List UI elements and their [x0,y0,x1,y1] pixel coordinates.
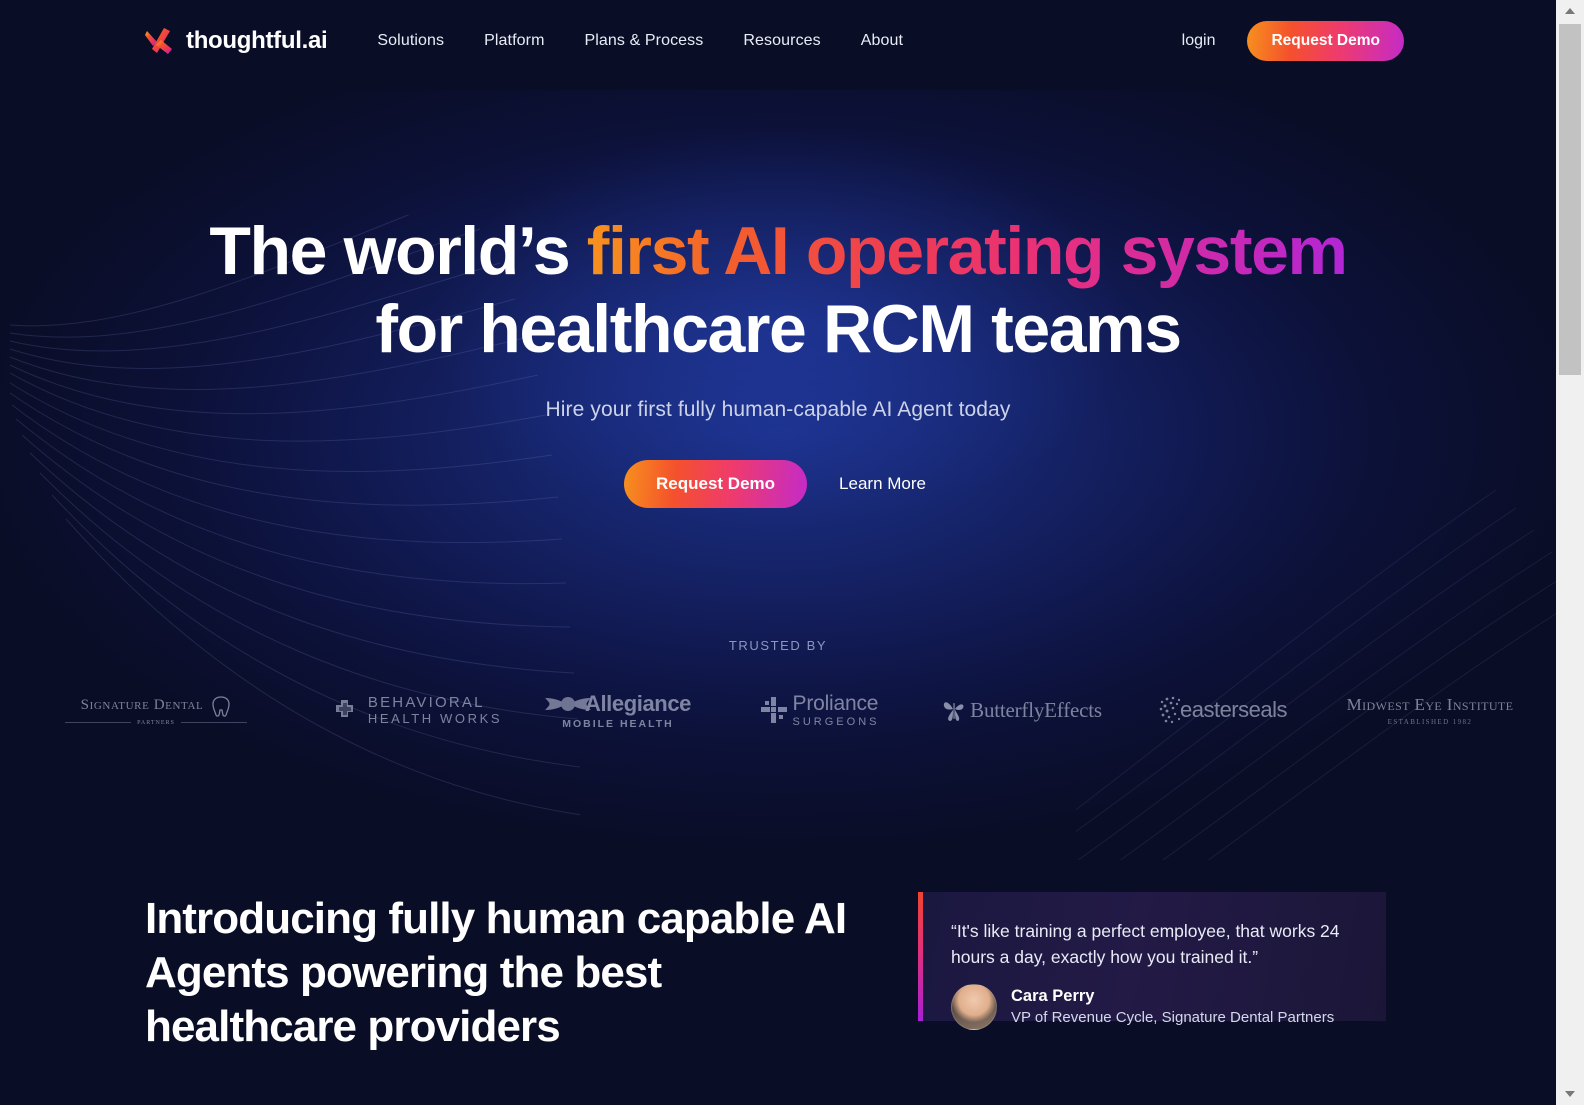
logo-easterseals[interactable]: easterseals [1148,696,1298,724]
hero-cta-group: Request Demo Learn More [0,460,1556,508]
scroll-down-button[interactable] [1556,1083,1584,1105]
logo-signature-dental[interactable]: Signature Dental PARTNERS [52,695,260,726]
hero-headline-part1: The world’s [209,213,587,289]
scrollbar-thumb[interactable] [1559,24,1581,375]
logo-allegiance-name: Allegiance [584,690,692,716]
logo-midwest-sub: ESTABLISHED 1982 [1387,717,1473,726]
request-demo-button-hero[interactable]: Request Demo [624,460,808,508]
thoughtful-x-mark-icon [145,28,172,54]
logo-proliance-surgeons[interactable]: Proliance SURGEONS [740,692,900,728]
scroll-down-arrow-icon [1565,1091,1575,1097]
page-canvas: thoughtful.ai Solutions Platform Plans &… [0,0,1556,1105]
header-actions: login Request Demo [1182,21,1404,61]
logo-proliance-name: Proliance [792,692,879,715]
logo-behavioral-name: BEHAVIORAL [367,694,485,711]
brand-logo[interactable]: thoughtful.ai [144,25,328,57]
main-nav: Solutions Platform Plans & Process Resou… [377,32,903,50]
brand-name: thoughtful.ai [186,27,328,54]
avatar [951,984,997,1030]
hero-headline-gradient: first AI operating system [586,213,1348,289]
logo-behavioral-health-works[interactable]: BEHAVIORAL HEALTH WORKS [318,694,518,726]
hero-subtitle: Hire your first fully human-capable AI A… [545,398,1011,421]
request-demo-button-header[interactable]: Request Demo [1247,21,1404,61]
login-link[interactable]: login [1182,32,1216,50]
testimonial-quote: “It's like training a perfect employee, … [951,921,1340,967]
logo-midwest-eye-institute[interactable]: Midwest Eye Institute ESTABLISHED 1982 [1340,695,1520,726]
logo-butterfly-name: ButterflyEffects [970,697,1102,722]
hero-headline-line2: for healthcare RCM teams [375,291,1182,367]
logo-midwest-name: Midwest Eye Institute [1346,694,1514,714]
logo-behavioral-sub: HEALTH WORKS [367,711,503,726]
nav-item-plans-process[interactable]: Plans & Process [585,32,704,50]
trusted-by-logo-strip: Signature Dental PARTNERS BEHAVIORAL HEA… [0,684,1556,736]
pinwheel-cross-icon [760,697,787,723]
testimonial-author-role: VP of Revenue Cycle, Signature Dental Pa… [1011,1009,1335,1026]
vertical-scrollbar[interactable] [1556,0,1584,1105]
testimonial-card: “It's like training a perfect employee, … [918,892,1386,1030]
section-heading: Introducing fully human capable AI Agent… [145,894,847,1051]
nav-item-about[interactable]: About [861,32,903,50]
medical-cross-icon [335,700,353,717]
logo-allegiance-sub: MOBILE HEALTH [562,717,674,730]
testimonial-author-name: Cara Perry [1011,987,1095,1005]
logo-easterseals-name: easterseals [1179,697,1288,722]
logo-allegiance-mobile-health[interactable]: Allegiance MOBILE HEALTH [538,691,698,730]
scroll-up-button[interactable] [1556,0,1584,22]
logo-proliance-sub: SURGEONS [792,716,880,728]
nav-item-platform[interactable]: Platform [484,32,544,50]
scroll-up-arrow-icon [1565,8,1575,14]
tooth-icon [212,695,230,717]
logo-signature-dental-name: Signature Dental [80,697,204,713]
nav-item-solutions[interactable]: Solutions [377,32,444,50]
site-header: thoughtful.ai Solutions Platform Plans &… [0,0,1556,82]
logo-signature-dental-sub: PARTNERS [137,719,175,726]
logo-butterfly-effects[interactable]: ButterflyEffects [942,697,1102,723]
hero-headline: The world’s first AI operating system fo… [0,212,1556,368]
butterfly-icon [944,702,964,721]
trusted-by-label: TRUSTED BY [728,638,828,653]
learn-more-button[interactable]: Learn More [833,460,932,508]
nav-item-resources[interactable]: Resources [743,32,820,50]
testimonial-author-block: Cara Perry VP of Revenue Cycle, Signatur… [951,984,1362,1030]
